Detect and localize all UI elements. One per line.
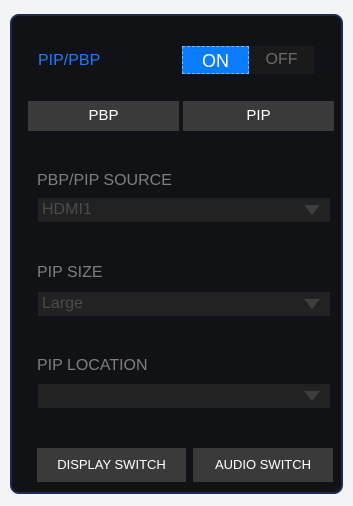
location-select[interactable] (38, 384, 330, 408)
size-select[interactable]: Large (38, 292, 330, 316)
pip-toggle[interactable]: ON OFF (182, 46, 314, 74)
source-label: PBP/PIP SOURCE (37, 172, 172, 189)
pip-settings-panel (10, 14, 343, 494)
source-value: HDMI1 (42, 201, 92, 218)
chevron-down-icon (304, 205, 320, 215)
chevron-down-icon (304, 299, 320, 309)
audio-switch-button[interactable]: AUDIO SWITCH (193, 448, 333, 482)
source-select[interactable]: HDMI1 (38, 198, 330, 222)
pip-button[interactable]: PIP (183, 101, 334, 131)
location-label: PIP LOCATION (37, 357, 148, 374)
chevron-down-icon (304, 391, 320, 401)
size-value: Large (42, 295, 83, 312)
toggle-off-button[interactable]: OFF (249, 46, 314, 74)
toggle-on-button[interactable]: ON (182, 46, 249, 74)
pip-pbp-title: PIP/PBP (38, 52, 101, 69)
size-label: PIP SIZE (37, 264, 103, 281)
display-switch-button[interactable]: DISPLAY SWITCH (37, 448, 186, 482)
pbp-button[interactable]: PBP (28, 101, 179, 131)
